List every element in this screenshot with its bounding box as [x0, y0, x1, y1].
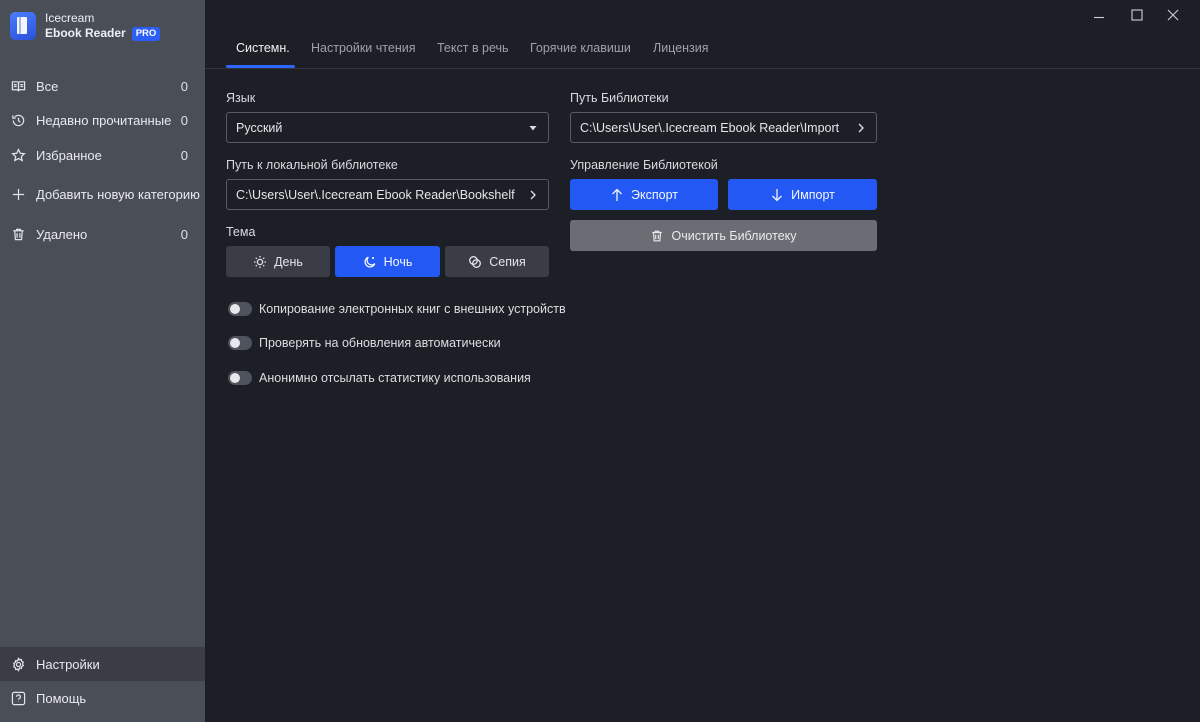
toggle-switch[interactable]	[228, 302, 252, 316]
app-name-line2: Ebook Reader	[45, 26, 126, 40]
export-label: Экспорт	[631, 187, 678, 202]
tab-text-to-speech[interactable]: Текст в речь	[437, 41, 509, 55]
theme-sepia-label: Сепия	[489, 254, 526, 269]
import-button[interactable]: Импорт	[728, 179, 877, 210]
gear-icon	[11, 656, 26, 672]
arrow-up-icon	[610, 188, 624, 202]
sidebar-item-count: 0	[180, 112, 188, 128]
local-library-label: Путь к локальной библиотеке	[226, 158, 398, 172]
settings-tabs: Системн. Настройки чтения Текст в речь Г…	[205, 30, 1200, 69]
app-logo-icon	[10, 12, 36, 40]
sidebar-item-label: Удалено	[36, 226, 88, 242]
sidebar-item-count: 0	[180, 147, 188, 163]
app-brand: Icecream Ebook Reader PRO	[10, 10, 161, 42]
theme-night-button[interactable]: Ночь	[335, 246, 440, 277]
toggle-external-copy[interactable]: Копирование электронных книг с внешних у…	[228, 299, 566, 319]
toggle-switch[interactable]	[228, 371, 252, 385]
sidebar-item-all[interactable]: Все 0	[0, 69, 205, 103]
toggle-label: Копирование электронных книг с внешних у…	[259, 302, 566, 316]
tab-license[interactable]: Лицензия	[653, 41, 709, 55]
help-icon	[11, 691, 26, 706]
local-library-path-value: C:\Users\User\.Icecream Ebook Reader\Boo…	[236, 187, 515, 202]
plus-icon	[11, 187, 26, 202]
sidebar-item-label: Настройки	[36, 656, 100, 672]
sepia-icon	[468, 255, 482, 269]
history-icon	[11, 113, 26, 128]
pro-badge: PRO	[131, 26, 161, 41]
add-category-button[interactable]: Добавить новую категорию	[0, 177, 205, 211]
language-label: Язык	[226, 91, 256, 105]
close-icon	[1167, 9, 1179, 21]
star-icon	[11, 147, 26, 163]
toggle-switch[interactable]	[228, 336, 252, 350]
sidebar-item-label: Помощь	[36, 690, 87, 706]
tab-reading-settings[interactable]: Настройки чтения	[311, 41, 415, 55]
library-path-label: Путь Библиотеки	[570, 91, 669, 105]
sidebar-item-label: Добавить новую категорию	[36, 186, 200, 202]
toggle-label: Проверять на обновления автоматически	[259, 336, 501, 350]
toggle-anonymous-stats[interactable]: Анонимно отсылать статистику использован…	[228, 368, 531, 388]
theme-sepia-button[interactable]: Сепия	[445, 246, 549, 277]
maximize-icon	[1131, 9, 1143, 21]
sidebar-item-favorites[interactable]: Избранное 0	[0, 138, 205, 172]
chevron-right-icon	[530, 190, 536, 200]
sidebar-item-settings[interactable]: Настройки	[0, 647, 205, 681]
theme-day-button[interactable]: День	[226, 246, 330, 277]
clear-library-label: Очистить Библиотеку	[671, 228, 797, 243]
sidebar-item-count: 0	[180, 226, 188, 242]
sidebar: Icecream Ebook Reader PRO Все 0 Недавно …	[0, 0, 205, 722]
theme-day-label: День	[274, 254, 303, 269]
trash-icon	[11, 227, 26, 242]
active-tab-indicator	[226, 65, 295, 68]
library-path-value: C:\Users\User\.Icecream Ebook Reader\Imp…	[580, 120, 840, 135]
maximize-button[interactable]	[1118, 0, 1156, 30]
sidebar-item-label: Все	[36, 78, 59, 94]
sun-icon	[253, 255, 267, 269]
sidebar-item-count: 0	[180, 78, 188, 94]
book-open-icon	[11, 79, 26, 94]
toggle-auto-update[interactable]: Проверять на обновления автоматически	[228, 333, 501, 353]
import-label: Импорт	[791, 187, 835, 202]
clear-library-button[interactable]: Очистить Библиотеку	[570, 220, 877, 251]
trash-icon	[650, 229, 664, 243]
chevron-right-icon	[858, 123, 864, 133]
sidebar-item-recent[interactable]: Недавно прочитанные 0	[0, 103, 205, 137]
minimize-icon	[1094, 16, 1104, 19]
theme-label: Тема	[226, 225, 256, 239]
tab-system[interactable]: Системн.	[236, 41, 290, 55]
language-value: Русский	[236, 120, 283, 135]
sidebar-item-help[interactable]: Помощь	[0, 681, 205, 715]
dropdown-arrow-icon	[529, 126, 537, 131]
language-select[interactable]: Русский	[226, 112, 549, 143]
sidebar-item-deleted[interactable]: Удалено 0	[0, 217, 205, 251]
tab-hotkeys[interactable]: Горячие клавиши	[530, 41, 631, 55]
minimize-button[interactable]	[1080, 0, 1118, 30]
library-management-label: Управление Библиотекой	[570, 158, 718, 172]
toggle-label: Анонимно отсылать статистику использован…	[259, 371, 531, 385]
library-path-field[interactable]: C:\Users\User\.Icecream Ebook Reader\Imp…	[570, 112, 877, 143]
sidebar-item-label: Недавно прочитанные	[36, 112, 172, 128]
close-button[interactable]	[1154, 0, 1192, 30]
moon-icon	[363, 255, 377, 269]
arrow-down-icon	[770, 188, 784, 202]
local-library-path-field[interactable]: C:\Users\User\.Icecream Ebook Reader\Boo…	[226, 179, 549, 210]
app-name-line1: Icecream	[45, 11, 95, 25]
theme-night-label: Ночь	[383, 254, 413, 269]
sidebar-item-label: Избранное	[36, 147, 102, 163]
export-button[interactable]: Экспорт	[570, 179, 718, 210]
